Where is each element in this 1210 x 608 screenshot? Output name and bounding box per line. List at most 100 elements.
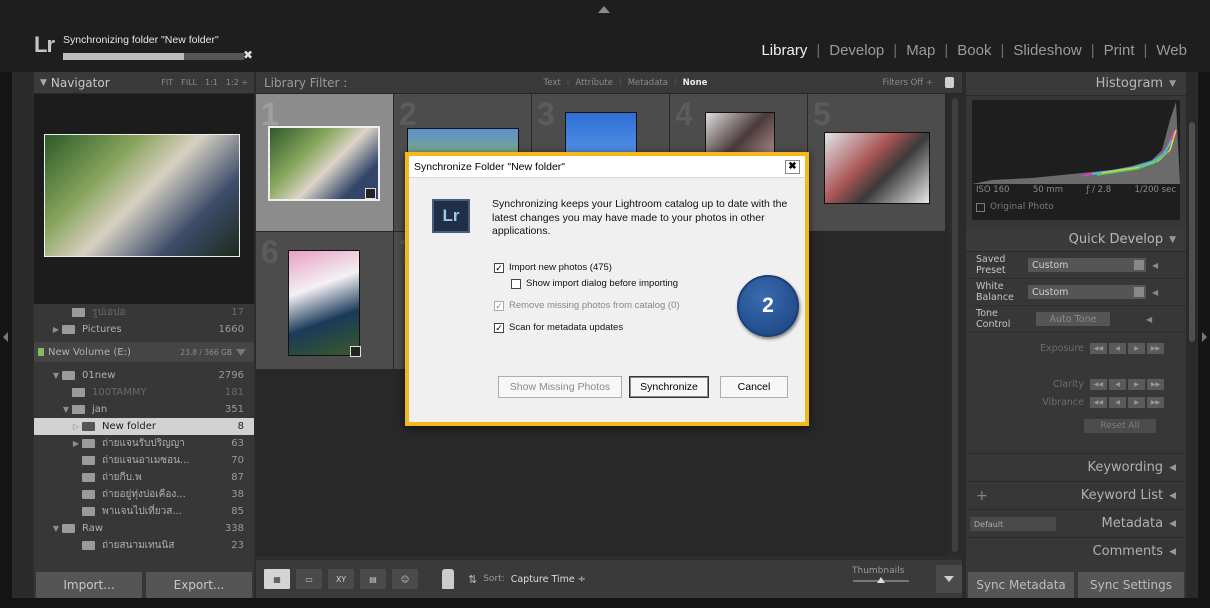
navigator-preview[interactable] — [34, 94, 254, 304]
metadata-header[interactable]: Default Metadata ◀ — [966, 509, 1186, 537]
volume-dropdown-icon[interactable] — [236, 348, 246, 356]
import-button[interactable]: Import... — [36, 572, 142, 598]
saved-preset-select[interactable]: Custom — [1028, 258, 1146, 272]
painter-spray-can-icon[interactable] — [442, 569, 454, 589]
cancel-button[interactable]: Cancel — [720, 376, 788, 398]
increase-large-icon[interactable]: ▶▶ — [1147, 378, 1164, 390]
expand-left-icon[interactable]: ◀ — [1152, 261, 1158, 270]
increase-large-icon[interactable]: ▶▶ — [1147, 396, 1164, 408]
module-book[interactable]: Book — [948, 42, 1000, 59]
grid-scrollbar-thumb[interactable] — [952, 98, 958, 552]
filter-attribute[interactable]: Attribute — [575, 78, 613, 88]
right-panel-scrollbar[interactable] — [1188, 72, 1196, 598]
folder-row[interactable]: ▼ 01new 2796 — [34, 367, 254, 384]
folder-row[interactable]: พาแจนไปเที่ยวส... 85 — [34, 503, 254, 520]
cancel-sync-close-icon[interactable]: ✖ — [243, 48, 253, 62]
synchronize-button[interactable]: Synchronize — [629, 376, 709, 398]
zoom-1-2[interactable]: 1:2 ÷ — [226, 78, 248, 87]
collapse-top-panel-arrow-icon[interactable] — [598, 6, 610, 13]
left-panel-toggle-icon[interactable] — [3, 332, 8, 342]
survey-view-icon[interactable]: ▤ — [360, 569, 386, 589]
filmstrip-edge[interactable] — [0, 598, 1210, 608]
histogram[interactable]: ISO 160 50 mm ƒ / 2.8 1/200 sec Original… — [972, 100, 1180, 220]
zoom-fit[interactable]: FIT — [161, 78, 173, 87]
filter-none[interactable]: None — [683, 78, 708, 88]
folder-disclosure-icon[interactable]: ▼ — [50, 524, 62, 533]
thumbnail-size-knob[interactable] — [877, 577, 885, 583]
keywording-header[interactable]: Keywording ◀ — [966, 453, 1186, 481]
increase-large-icon[interactable]: ▶▶ — [1147, 342, 1164, 354]
dialog-titlebar[interactable]: Synchronize Folder "New folder" ✖ — [409, 156, 805, 178]
navigator-header[interactable]: ▼ Navigator FIT FILL 1:1 1:2 ÷ — [34, 72, 254, 94]
show-import-dialog-checkbox[interactable]: Show import dialog before importing — [511, 278, 678, 289]
grid-view-icon[interactable]: ▦ — [264, 569, 290, 589]
close-icon[interactable]: ✖ — [785, 159, 800, 174]
histogram-header[interactable]: Histogram ▼ — [966, 72, 1186, 96]
right-panel-scrollbar-thumb[interactable] — [1189, 122, 1195, 342]
decrease-icon[interactable]: ◀ — [1109, 378, 1126, 390]
folder-row[interactable]: ถ่ายแจนอาเมซอน... 70 — [34, 452, 254, 469]
decrease-large-icon[interactable]: ◀◀ — [1090, 378, 1107, 390]
folder-row[interactable]: รูปเอปอ 17 — [34, 304, 254, 321]
right-panel-toggle-icon[interactable] — [1202, 332, 1207, 342]
keyword-list-header[interactable]: + Keyword List ◀ — [966, 481, 1186, 509]
right-panel-edge[interactable] — [1198, 72, 1210, 598]
folder-disclosure-icon[interactable]: ▷ — [70, 422, 82, 431]
module-library[interactable]: Library — [752, 42, 816, 59]
reset-all-button[interactable]: Reset All — [1084, 419, 1156, 433]
thumbnail[interactable] — [824, 132, 930, 204]
folder-row[interactable]: ▼ jan 351 — [34, 401, 254, 418]
thumbnail[interactable] — [268, 126, 380, 201]
people-view-icon[interactable]: ☺ — [392, 569, 418, 589]
import-new-photos-checkbox[interactable]: ✓ Import new photos (475) — [494, 262, 612, 273]
navigator-collapse-icon[interactable]: ▼ — [40, 78, 47, 88]
folder-row[interactable]: 100TAMMY 181 — [34, 384, 254, 401]
folder-row[interactable]: ▷ New folder 8 — [34, 418, 254, 435]
white-balance-select[interactable]: Custom — [1028, 285, 1146, 299]
add-keyword-icon[interactable]: + — [976, 488, 988, 504]
folder-disclosure-icon[interactable]: ▶ — [50, 325, 62, 334]
decrease-large-icon[interactable]: ◀◀ — [1090, 396, 1107, 408]
sort-direction-icon[interactable]: ⇅ — [468, 573, 477, 586]
module-map[interactable]: Map — [897, 42, 944, 59]
sync-settings-button[interactable]: Sync Settings — [1078, 572, 1184, 598]
increase-icon[interactable]: ▶ — [1128, 396, 1145, 408]
expand-left-icon[interactable]: ◀ — [1146, 315, 1152, 324]
filter-text[interactable]: Text — [544, 78, 561, 88]
module-develop[interactable]: Develop — [820, 42, 893, 59]
sort-dropdown[interactable]: Capture Time ÷ — [511, 574, 586, 585]
increase-icon[interactable]: ▶ — [1128, 378, 1145, 390]
expand-left-icon[interactable]: ◀ — [1152, 288, 1158, 297]
zoom-fill[interactable]: FILL — [181, 78, 197, 87]
filter-metadata[interactable]: Metadata — [628, 78, 668, 88]
original-photo-toggle[interactable]: Original Photo — [976, 202, 1054, 212]
metadata-preset-select[interactable]: Default — [970, 517, 1056, 531]
folder-row[interactable]: ▶ Pictures 1660 — [34, 321, 254, 338]
folder-disclosure-icon[interactable]: ▼ — [60, 405, 72, 414]
folder-row[interactable]: ▶ ถ่ายแจนรับปริญญา 63 — [34, 435, 254, 452]
decrease-icon[interactable]: ◀ — [1109, 396, 1126, 408]
module-print[interactable]: Print — [1095, 42, 1144, 59]
compare-view-icon[interactable]: XY — [328, 569, 354, 589]
thumbnail[interactable] — [288, 250, 360, 356]
sync-metadata-button[interactable]: Sync Metadata — [968, 572, 1074, 598]
folder-disclosure-icon[interactable]: ▼ — [50, 371, 62, 380]
folder-row[interactable]: ▼ Raw 338 — [34, 520, 254, 537]
thumbnail-size-slider[interactable] — [853, 577, 909, 583]
volume-header[interactable]: New Volume (E:) 23.8 / 366 GB — [34, 342, 254, 362]
quick-develop-header[interactable]: Quick Develop ▼ — [966, 228, 1186, 252]
decrease-large-icon[interactable]: ◀◀ — [1090, 342, 1107, 354]
folder-row[interactable]: ถ่ายอยู่ทุ่งปอเคือง... 38 — [34, 486, 254, 503]
filter-presets-dropdown[interactable]: Filters Off ÷ — [882, 78, 933, 88]
increase-icon[interactable]: ▶ — [1128, 342, 1145, 354]
grid-cell[interactable]: 1 — [256, 94, 393, 231]
decrease-icon[interactable]: ◀ — [1109, 342, 1126, 354]
folder-disclosure-icon[interactable]: ▶ — [70, 439, 82, 448]
export-button[interactable]: Export... — [146, 572, 252, 598]
grid-cell[interactable]: 6 — [256, 232, 393, 369]
folder-row[interactable]: ถ่ายกีบ.พ 87 — [34, 469, 254, 486]
scan-metadata-checkbox[interactable]: ✓ Scan for metadata updates — [494, 322, 623, 333]
loupe-view-icon[interactable]: ▭ — [296, 569, 322, 589]
grid-scrollbar[interactable] — [948, 94, 962, 556]
module-slideshow[interactable]: Slideshow — [1004, 42, 1090, 59]
